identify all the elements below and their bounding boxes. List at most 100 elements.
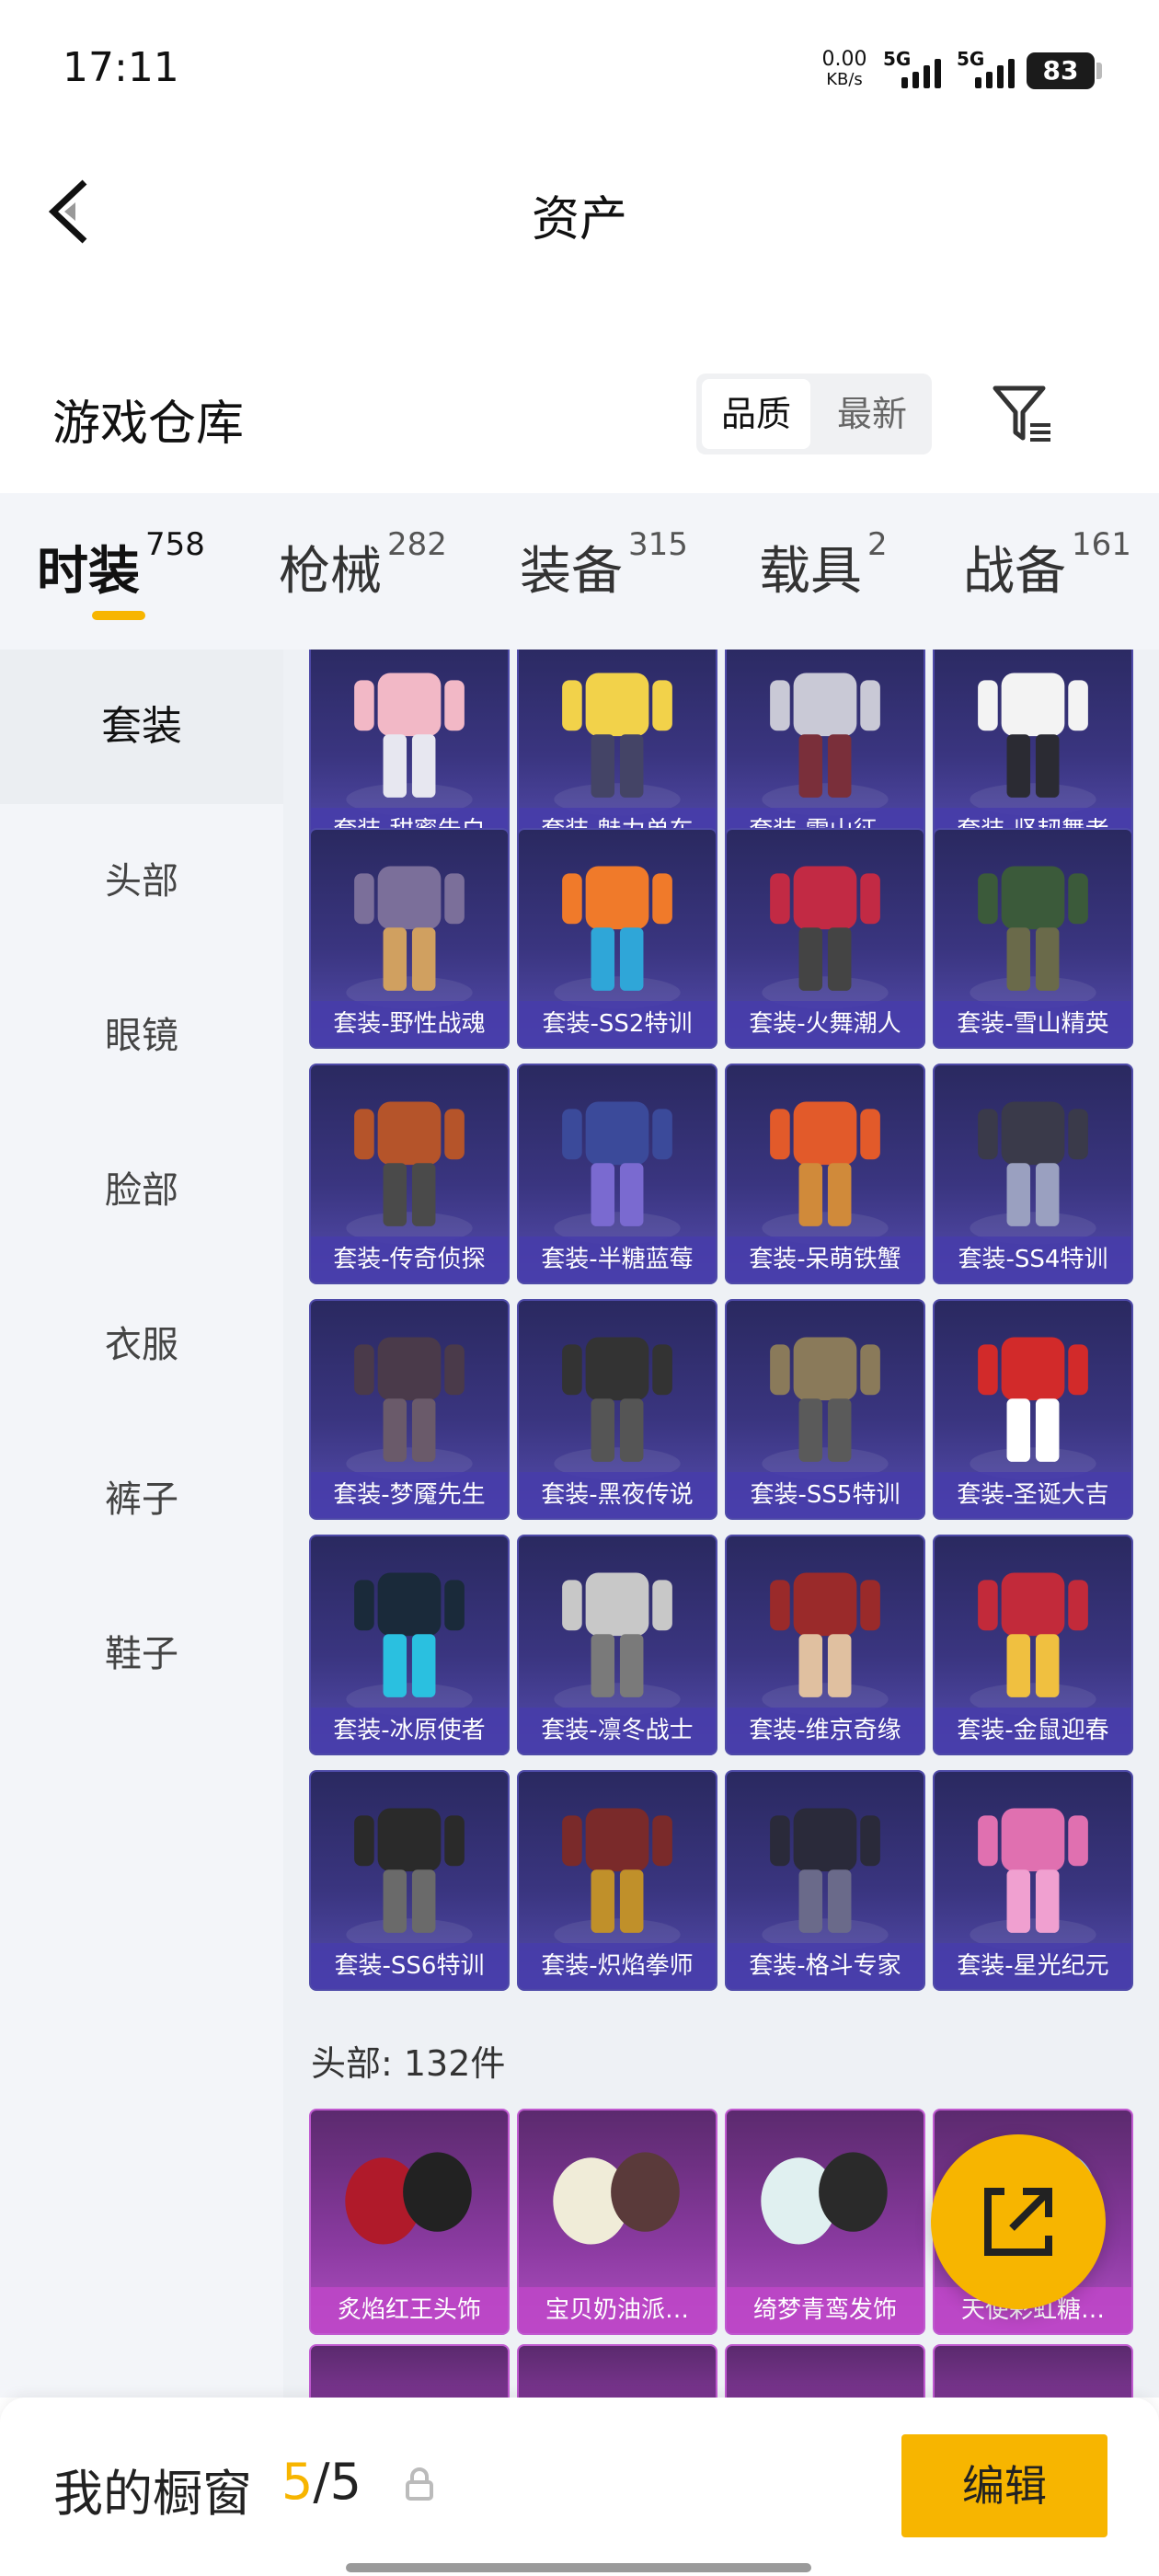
- suit-card[interactable]: 套装-传奇侦探: [309, 1064, 510, 1284]
- suit-card[interactable]: 套装-SS6特训: [309, 1770, 510, 1991]
- net-speed: 0.00 KB/s: [817, 50, 872, 90]
- suit-card[interactable]: 套装-野性战魂: [309, 828, 510, 1049]
- suit-card[interactable]: 套装-呆萌铁蟹: [725, 1064, 925, 1284]
- share-button[interactable]: [931, 2134, 1106, 2309]
- suit-card[interactable]: 套装-雪山征…: [725, 650, 925, 856]
- showcase-separator: /: [313, 2453, 330, 2511]
- sidebar-item-shoes[interactable]: 鞋子: [0, 1577, 283, 1731]
- suit-card[interactable]: 套装-维京奇缘: [725, 1535, 925, 1755]
- cell-signal-icon: 5G: [957, 48, 1021, 92]
- sidebar-item-glasses[interactable]: 眼镜: [0, 959, 283, 1113]
- share-icon: [984, 2188, 1052, 2256]
- suit-card-label: 套装-圣诞大吉: [935, 1472, 1131, 1518]
- head-item-card[interactable]: 炙焰红王头饰: [309, 2109, 510, 2335]
- tab-supplies[interactable]: 战备 161: [963, 526, 1131, 640]
- tab-equipment[interactable]: 装备 315: [520, 526, 688, 640]
- warehouse-title: 游戏仓库: [52, 397, 245, 452]
- tab-fashion[interactable]: 时装 758: [37, 526, 205, 640]
- showcase-current: 5: [281, 2453, 314, 2511]
- head-item-label: 炙焰红王头饰: [311, 2287, 508, 2333]
- suit-card-label: 套装-SS5特训: [727, 1472, 924, 1518]
- head-item-card[interactable]: [517, 2344, 717, 2398]
- tab-count: 282: [387, 526, 447, 563]
- tab-label: 载具: [759, 542, 862, 602]
- suit-card[interactable]: 套装-炽焰拳师: [517, 1770, 717, 1991]
- suit-card[interactable]: 套装-SS5特训: [725, 1299, 925, 1520]
- suit-card[interactable]: 套装-坚韧舞者: [933, 650, 1133, 856]
- filter-button[interactable]: [990, 381, 1056, 447]
- cell-signal-icon: 5G: [883, 48, 947, 92]
- sort-newest-button[interactable]: 最新: [818, 379, 926, 449]
- suit-card-label: 套装-SS4特训: [935, 1236, 1131, 1282]
- head-item-label: 绮梦青鸾发饰: [727, 2287, 924, 2333]
- tab-label: 战备: [963, 542, 1066, 602]
- suit-card[interactable]: 套装-SS2特训: [517, 828, 717, 1049]
- tab-label: 装备: [520, 542, 623, 602]
- head-item-card[interactable]: [725, 2344, 925, 2398]
- suit-card[interactable]: 套装-雪山精英: [933, 828, 1133, 1049]
- suit-card[interactable]: 套装-半糖蓝莓: [517, 1064, 717, 1284]
- sidebar-item-suit[interactable]: 套装: [0, 650, 283, 804]
- head-item-label: 宝贝奶油派…: [519, 2287, 716, 2333]
- suit-card-label: 套装-金鼠迎春: [935, 1708, 1131, 1754]
- suit-card[interactable]: 套装-梦魇先生: [309, 1299, 510, 1520]
- section-header-head: 头部: 132件: [311, 2043, 506, 2084]
- edit-button[interactable]: 编辑: [901, 2434, 1107, 2537]
- tab-label: 时装: [37, 542, 140, 602]
- sidebar-item-pants[interactable]: 裤子: [0, 1422, 283, 1577]
- suit-card[interactable]: 套装-魅力单车: [517, 650, 717, 856]
- tab-count: 758: [145, 526, 205, 563]
- tab-count: 315: [628, 526, 688, 563]
- suit-card[interactable]: 套装-火舞潮人: [725, 828, 925, 1049]
- suit-card-label: 套装-黑夜传说: [519, 1472, 716, 1518]
- suit-card[interactable]: 套装-SS4特训: [933, 1064, 1133, 1284]
- tab-label: 枪械: [279, 542, 382, 602]
- tab-count: 2: [867, 526, 888, 563]
- showcase-title: 我的橱窗: [53, 2465, 252, 2523]
- tab-vehicles[interactable]: 载具 2: [759, 526, 888, 640]
- sidebar-item-head[interactable]: 头部: [0, 804, 283, 959]
- suit-card[interactable]: 套装-甜蜜告白: [309, 650, 510, 856]
- sidebar: 套装 头部 眼镜 脸部 衣服 裤子 鞋子: [0, 650, 283, 2398]
- suit-card-label: 套装-呆萌铁蟹: [727, 1236, 924, 1282]
- sidebar-item-face[interactable]: 脸部: [0, 1113, 283, 1268]
- suit-card-label: 套装-炽焰拳师: [519, 1943, 716, 1989]
- suit-card[interactable]: 套装-金鼠迎春: [933, 1535, 1133, 1755]
- suit-card-label: 套装-格斗专家: [727, 1943, 924, 1989]
- suit-card-label: 套装-SS2特训: [519, 1001, 716, 1047]
- suit-card[interactable]: 套装-星光纪元: [933, 1770, 1133, 1991]
- sort-quality-button[interactable]: 品质: [702, 379, 810, 449]
- suit-card-label: 套装-梦魇先生: [311, 1472, 508, 1518]
- suit-card[interactable]: 套装-凛冬战士: [517, 1535, 717, 1755]
- suit-card[interactable]: 套装-圣诞大吉: [933, 1299, 1133, 1520]
- suit-card-label: 套装-雪山精英: [935, 1001, 1131, 1047]
- suit-card-label: 套装-凛冬战士: [519, 1708, 716, 1754]
- suit-card-label: 套装-火舞潮人: [727, 1001, 924, 1047]
- tab-count: 161: [1072, 526, 1131, 563]
- filter-icon: [993, 385, 1050, 442]
- showcase-count: 5/5: [281, 2453, 361, 2511]
- showcase-total: 5: [329, 2453, 361, 2511]
- suit-card[interactable]: 套装-格斗专家: [725, 1770, 925, 1991]
- status-bar: 17:11 0.00 KB/s 5G 5G 83: [0, 0, 1159, 138]
- head-item-card[interactable]: [309, 2344, 510, 2398]
- sort-toggle: 品质 最新: [696, 374, 932, 454]
- suit-card-label: 套装-野性战魂: [311, 1001, 508, 1047]
- head-item-card[interactable]: 宝贝奶油派…: [517, 2109, 717, 2335]
- suit-card[interactable]: 套装-冰原使者: [309, 1535, 510, 1755]
- tab-guns[interactable]: 枪械 282: [279, 526, 447, 640]
- suit-card-label: 套装-半糖蓝莓: [519, 1236, 716, 1282]
- suit-card-label: 套装-维京奇缘: [727, 1708, 924, 1754]
- head-item-card[interactable]: [933, 2344, 1133, 2398]
- category-tabs: 时装 758 枪械 282 装备 315 载具 2 战备 161: [0, 493, 1159, 650]
- suit-card-label: 套装-星光纪元: [935, 1943, 1131, 1989]
- suit-card-label: 套装-SS6特训: [311, 1943, 508, 1989]
- suit-card-label: 套装-冰原使者: [311, 1708, 508, 1754]
- sidebar-item-clothes[interactable]: 衣服: [0, 1268, 283, 1422]
- tab-active-indicator: [92, 611, 145, 620]
- suit-card[interactable]: 套装-黑夜传说: [517, 1299, 717, 1520]
- head-item-card[interactable]: 绮梦青鸾发饰: [725, 2109, 925, 2335]
- net-speed-value: 0.00: [821, 48, 867, 71]
- home-indicator: [346, 2563, 811, 2572]
- suit-card-label: 套装-传奇侦探: [311, 1236, 508, 1282]
